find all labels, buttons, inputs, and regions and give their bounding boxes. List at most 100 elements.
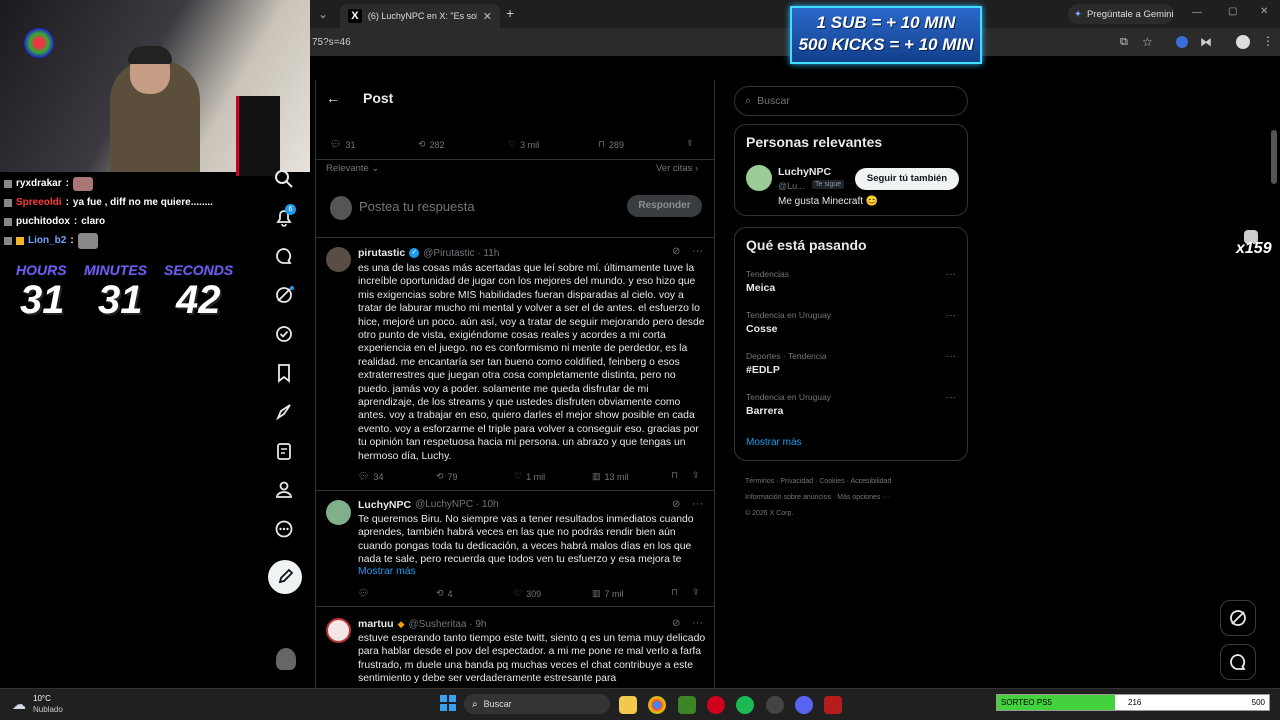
trend-more-icon[interactable]: ···: [946, 351, 956, 362]
reply-tweet[interactable]: pirutastic ✓ @Pirutastic · 11h ⊘ ··· es …: [316, 239, 714, 491]
avatar[interactable]: [746, 165, 772, 191]
avatar[interactable]: [326, 618, 351, 643]
file-explorer-icon[interactable]: [619, 696, 637, 714]
reply-tweet[interactable]: LuchyNPC @LuchyNPC · 10h ⊘ ··· Te querem…: [316, 492, 714, 607]
share-icon[interactable]: ⇪: [686, 138, 694, 149]
trend-item[interactable]: Tendencia en Uruguay Cosse ···: [746, 310, 956, 335]
reply-action[interactable]: 💬︎ 31: [330, 139, 355, 150]
jobs-rocket-icon[interactable]: [273, 401, 295, 423]
author-name[interactable]: LuchyNPC: [358, 499, 411, 511]
explore-icon[interactable]: [273, 168, 295, 190]
author-handle[interactable]: @Susheritaa · 9h: [409, 619, 487, 630]
like-action[interactable]: ♡ 309: [514, 588, 541, 599]
grok-explain-icon[interactable]: ⊘: [672, 618, 680, 629]
show-more-link[interactable]: Mostrar más: [358, 566, 416, 577]
trend-item[interactable]: Deportes · Tendencia #EDLP ···: [746, 351, 956, 376]
bookmark-star-icon[interactable]: ☆: [1142, 35, 1153, 49]
views-action[interactable]: ▥ 7 mil: [592, 588, 624, 599]
game-app-icon[interactable]: [824, 696, 842, 714]
search-input[interactable]: ⌕ Buscar: [734, 86, 968, 116]
tweet-more-icon[interactable]: ···: [692, 617, 703, 629]
trend-more-icon[interactable]: ···: [946, 392, 956, 403]
author-name[interactable]: martuu: [358, 618, 394, 630]
minecraft-icon[interactable]: [678, 696, 696, 714]
weather-temp[interactable]: 10°C: [33, 694, 51, 703]
footer-link[interactable]: Accesibilidad: [850, 478, 891, 485]
grok-explain-icon[interactable]: ⊘: [672, 499, 680, 510]
reply-action[interactable]: 💬︎: [358, 588, 373, 599]
share-icon[interactable]: ⇪: [692, 470, 700, 481]
repost-action[interactable]: ⟲ 4: [436, 588, 453, 599]
extensions-puzzle-icon[interactable]: ⧓: [1200, 35, 1212, 49]
grok-explain-icon[interactable]: ⊘: [672, 246, 680, 257]
footer-link[interactable]: Cookies: [819, 478, 844, 485]
share-icon[interactable]: ⇪: [692, 587, 700, 598]
back-arrow-icon[interactable]: ←: [326, 90, 340, 106]
bookmark-icon[interactable]: ⊓: [671, 587, 678, 598]
person-name[interactable]: LuchyNPC: [778, 166, 831, 178]
new-tab-icon[interactable]: +: [506, 5, 514, 21]
gemini-button[interactable]: ✦ Pregúntale a Gemini: [1068, 4, 1174, 24]
close-tab-icon[interactable]: ✕: [483, 10, 492, 23]
browser-tab[interactable]: X (6) LuchyNPC en X: "Es solo mi ✕: [340, 4, 500, 28]
verified-icon[interactable]: [273, 323, 295, 345]
reply-button[interactable]: Responder: [627, 195, 702, 217]
obs-icon[interactable]: [766, 696, 784, 714]
author-handle[interactable]: @Pirutastic · 11h: [423, 248, 499, 259]
tweet-more-icon[interactable]: ···: [692, 498, 703, 510]
restore-icon[interactable]: ▢: [1228, 6, 1237, 17]
footer-link[interactable]: Información sobre anuncios: [745, 494, 831, 501]
trend-item[interactable]: Tendencia en Uruguay Barrera ···: [746, 392, 956, 417]
bookmarks-icon[interactable]: [273, 362, 295, 384]
taskbar-search[interactable]: ⌕ Buscar: [464, 694, 610, 714]
trend-more-icon[interactable]: ···: [946, 310, 956, 321]
account-avatar[interactable]: [276, 648, 296, 670]
repost-action[interactable]: ⟲ 79: [436, 471, 458, 482]
minimize-icon[interactable]: —: [1192, 7, 1202, 18]
views-action[interactable]: ▥ 13 mil: [592, 471, 629, 482]
footer-link[interactable]: Privacidad: [780, 478, 813, 485]
follow-button[interactable]: Seguir tú también: [855, 168, 959, 190]
profile-icon[interactable]: [273, 479, 295, 501]
extension-icon[interactable]: [1176, 36, 1188, 48]
weather-condition[interactable]: Nublado: [33, 705, 63, 714]
avatar[interactable]: [326, 500, 351, 525]
show-more-trends-link[interactable]: Mostrar más: [746, 437, 802, 448]
chrome-icon[interactable]: [648, 696, 666, 714]
compose-post-button[interactable]: [268, 560, 302, 594]
discord-icon[interactable]: [795, 696, 813, 714]
lists-icon[interactable]: [273, 440, 295, 462]
windows-start-icon[interactable]: [440, 695, 456, 711]
tab-strip-arrow-icon[interactable]: ⌄: [318, 7, 328, 21]
bookmark-action[interactable]: ⊓ 289: [598, 139, 624, 150]
spotify-icon[interactable]: [736, 696, 754, 714]
author-name[interactable]: pirutastic: [358, 247, 405, 259]
avatar[interactable]: [326, 247, 351, 272]
cast-icon[interactable]: ⧉: [1120, 36, 1128, 49]
sort-dropdown[interactable]: Relevante ⌄: [326, 163, 379, 174]
view-quotes-link[interactable]: Ver citas ›: [656, 163, 698, 174]
trend-more-icon[interactable]: ···: [946, 269, 956, 280]
repost-action[interactable]: ⟲ 282: [418, 139, 445, 150]
messages-icon[interactable]: [273, 245, 295, 267]
author-handle[interactable]: @LuchyNPC · 10h: [415, 499, 499, 511]
footer-link[interactable]: Más opciones ···: [837, 494, 889, 501]
messages-float-button[interactable]: [1220, 644, 1256, 680]
menu-dots-icon[interactable]: ⋮: [1262, 34, 1274, 48]
scrollbar[interactable]: [1271, 130, 1277, 184]
bookmark-icon[interactable]: ⊓: [671, 470, 678, 481]
more-options-icon[interactable]: [273, 518, 295, 540]
notifications-icon[interactable]: 6: [273, 204, 296, 228]
like-action[interactable]: ♡ 1 mil: [514, 471, 545, 482]
person-handle[interactable]: @Lu...: [778, 181, 805, 191]
trend-item[interactable]: Tendencias Meica ···: [746, 269, 956, 294]
reply-input[interactable]: Postea tu respuesta: [359, 199, 475, 214]
reply-tweet[interactable]: martuu ◆ @Susheritaa · 9h ⊘ ··· estuve e…: [316, 608, 714, 688]
close-window-icon[interactable]: ✕: [1260, 6, 1268, 17]
profile-avatar-icon[interactable]: [1236, 35, 1250, 49]
grok-float-button[interactable]: [1220, 600, 1256, 636]
grok-icon[interactable]: [273, 284, 295, 306]
like-action[interactable]: ♡ 3 mil: [508, 139, 539, 150]
footer-link[interactable]: Términos: [745, 478, 774, 485]
opera-icon[interactable]: [707, 696, 725, 714]
